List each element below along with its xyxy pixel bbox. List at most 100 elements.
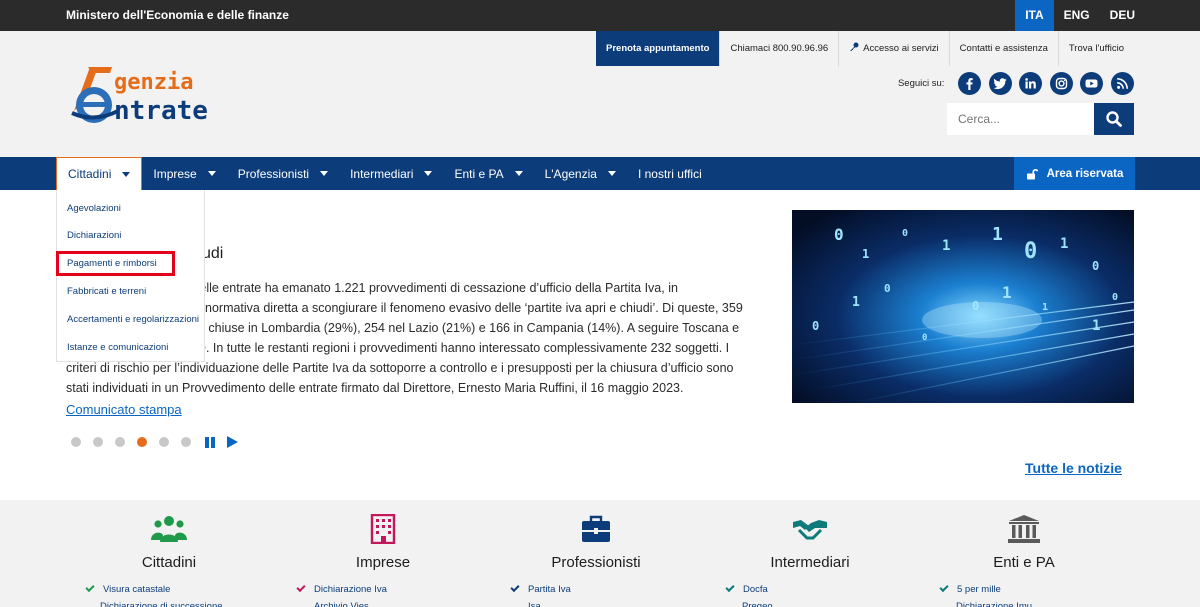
carousel-dot[interactable] (93, 437, 103, 447)
search-form (947, 103, 1134, 135)
quick-link[interactable]: Dichiarazione Iva (296, 582, 387, 595)
logo-line1: genzia (114, 70, 193, 95)
language-switcher: ITA ENG DEU (1015, 0, 1145, 31)
quick-link-label: Partita Iva (528, 584, 571, 595)
handshake-icon[interactable] (791, 514, 829, 544)
nav-professionisti[interactable]: Professionisti (227, 157, 339, 190)
nav-enti-pa[interactable]: Enti e PA (443, 157, 533, 190)
quick-link[interactable]: Visura catastale (85, 582, 170, 595)
svg-text:1: 1 (1060, 236, 1068, 252)
chevron-down-icon (207, 171, 216, 176)
trova-ufficio-link[interactable]: Trova l'ufficio (1057, 31, 1134, 66)
svg-text:1: 1 (852, 295, 860, 310)
quick-link[interactable]: Partita Iva (510, 582, 571, 595)
nav-professionisti-label: Professionisti (237, 166, 310, 181)
dropdown-item-fabbricati-terreni[interactable]: Fabbricati e terreni (67, 286, 146, 297)
linkedin-icon[interactable] (1019, 72, 1043, 95)
tutte-le-notizie-link[interactable]: Tutte le notizie (1025, 460, 1122, 476)
dropdown-item-istanze[interactable]: Istanze e comunicazioni (67, 342, 168, 353)
twitter-icon[interactable] (988, 72, 1012, 95)
area-riservata-button[interactable]: Area riservata (1014, 157, 1135, 190)
search-input[interactable] (947, 103, 1094, 135)
lang-ita[interactable]: ITA (1015, 0, 1054, 31)
section-title[interactable]: Professionisti (496, 554, 696, 571)
carousel-dot-active[interactable] (137, 437, 147, 447)
quick-link[interactable]: Dichiarazione Imu (956, 601, 1032, 607)
main-nav: Cittadini Imprese Professionisti Interme… (0, 157, 1200, 190)
social-links: Seguici su: (898, 72, 1134, 95)
nav-agenzia[interactable]: L'Agenzia (534, 157, 627, 190)
svg-text:0: 0 (922, 333, 927, 343)
svg-text:1: 1 (862, 247, 869, 261)
carousel-dot[interactable] (71, 437, 81, 447)
section-title[interactable]: Imprese (283, 554, 483, 571)
nav-cittadini[interactable]: Cittadini (56, 157, 143, 190)
prenota-appuntamento-button[interactable]: Prenota appuntamento (596, 31, 720, 66)
chiamaci-link[interactable]: Chiamaci 800.90.96.96 (719, 31, 838, 66)
section-title[interactable]: Cittadini (69, 554, 269, 571)
top-bar: Ministero dell'Economia e delle finanze … (0, 0, 1200, 31)
institution-icon[interactable] (1005, 514, 1043, 544)
dropdown-item-accertamenti[interactable]: Accertamenti e regolarizzazioni (67, 314, 199, 325)
quick-link[interactable]: Isa (528, 601, 541, 607)
ministry-link[interactable]: Ministero dell'Economia e delle finanze (66, 8, 289, 22)
header: genzia ntrate Prenota appuntamento Chiam… (0, 31, 1200, 157)
highlight-box (56, 251, 175, 276)
lang-eng[interactable]: ENG (1054, 0, 1100, 31)
nav-nostri-uffici[interactable]: I nostri uffici (627, 157, 713, 190)
accesso-servizi-label: Accesso ai servizi (863, 43, 939, 54)
section-title[interactable]: Enti e PA (924, 554, 1124, 571)
svg-text:0: 0 (902, 228, 908, 239)
agenzia-entrate-logo[interactable]: genzia ntrate (66, 65, 246, 126)
lang-deu[interactable]: DEU (1100, 0, 1145, 31)
nav-cittadini-label: Cittadini (68, 167, 112, 181)
cittadini-dropdown: Agevolazioni Dichiarazioni Pagamenti e r… (56, 190, 205, 362)
unlock-icon (1026, 168, 1038, 179)
svg-text:0: 0 (812, 319, 819, 333)
svg-text:0: 0 (1024, 239, 1037, 264)
carousel-dot[interactable] (115, 437, 125, 447)
area-riservata-label: Area riservata (1046, 167, 1124, 180)
news-line: stati individuati in un Provvedimento de… (66, 381, 684, 395)
utility-links: Prenota appuntamento Chiamaci 800.90.96.… (596, 31, 1134, 66)
quick-link-label: 5 per mille (957, 584, 1001, 595)
pause-icon[interactable] (205, 436, 217, 448)
chevron-down-icon (424, 171, 433, 176)
quick-link[interactable]: Pregeo (742, 601, 773, 607)
nav-nostri-uffici-label: I nostri uffici (637, 166, 702, 181)
dropdown-item-agevolazioni[interactable]: Agevolazioni (67, 203, 121, 214)
carousel-dot[interactable] (181, 437, 191, 447)
news-hero-image: 0 1 0 1 1 0 1 0 1 0 0 1 1 0 1 0 0 (792, 210, 1134, 403)
briefcase-icon[interactable] (577, 514, 615, 544)
seguici-label: Seguici su: (897, 78, 945, 89)
contatti-link[interactable]: Contatti e assistenza (948, 31, 1058, 66)
nav-agenzia-label: L'Agenzia (544, 166, 597, 181)
search-button[interactable] (1094, 103, 1134, 135)
quick-link[interactable]: Docfa (725, 582, 768, 595)
svg-text:0: 0 (1112, 292, 1118, 303)
nav-intermediari[interactable]: Intermediari (339, 157, 443, 190)
quick-link[interactable]: 5 per mille (939, 582, 1001, 595)
facebook-icon[interactable] (958, 72, 982, 95)
dropdown-item-dichiarazioni[interactable]: Dichiarazioni (67, 230, 121, 241)
nav-imprese[interactable]: Imprese (142, 157, 226, 190)
instagram-icon[interactable] (1049, 72, 1073, 95)
play-icon[interactable] (227, 436, 238, 448)
youtube-icon[interactable] (1080, 72, 1104, 95)
svg-text:1: 1 (992, 224, 1003, 245)
users-icon[interactable] (150, 514, 188, 544)
building-icon[interactable] (364, 514, 402, 544)
rss-icon[interactable] (1111, 72, 1134, 95)
target-sections: Cittadini Visura catastale Dichiarazione… (0, 500, 1200, 607)
carousel-dot[interactable] (159, 437, 169, 447)
quick-link[interactable]: Dichiarazione di successione (100, 601, 223, 607)
section-title[interactable]: Intermediari (710, 554, 910, 571)
logo-line2: ntrate (114, 96, 208, 125)
svg-text:1: 1 (942, 238, 950, 254)
nav-enti-pa-label: Enti e PA (454, 166, 504, 181)
carousel-controls (71, 436, 238, 448)
svg-text:1: 1 (1092, 318, 1100, 334)
accesso-servizi-link[interactable]: Accesso ai servizi (838, 31, 949, 66)
comunicato-stampa-link[interactable]: Comunicato stampa (66, 402, 182, 417)
quick-link[interactable]: Archivio Vies (314, 601, 369, 607)
